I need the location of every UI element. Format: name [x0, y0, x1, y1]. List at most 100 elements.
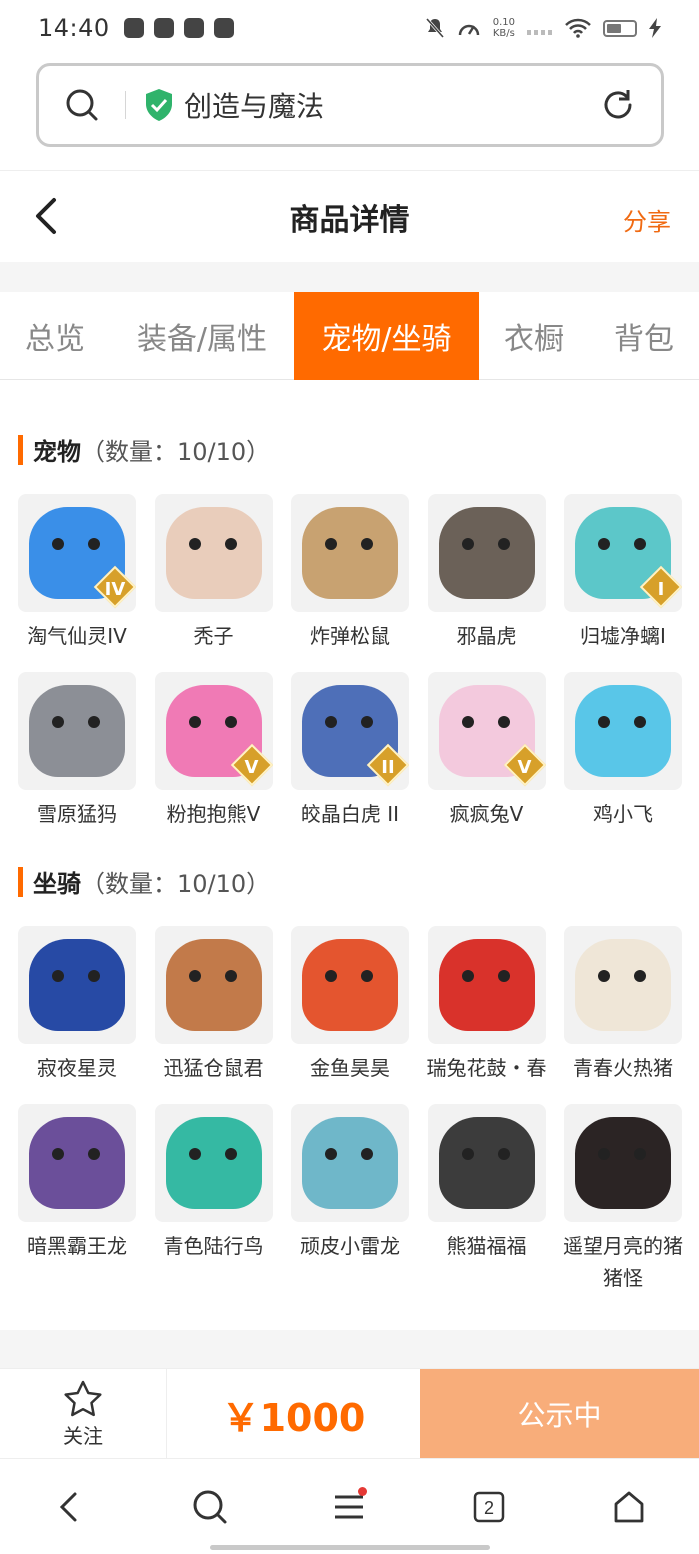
creature-illustration: [575, 685, 671, 777]
tab-label: 衣橱: [504, 322, 564, 357]
item-card[interactable]: 熊猫福福: [427, 1104, 546, 1294]
creature-illustration: [575, 939, 671, 1031]
status-notification-icons: [123, 18, 234, 38]
item-name: 青色陆行鸟: [163, 1234, 264, 1258]
pets-section-title: 宠物 （数量：10/10）: [18, 432, 270, 467]
item-image: V: [154, 672, 273, 790]
item-card[interactable]: 邪晶虎: [427, 494, 546, 652]
item-card[interactable]: V 疯疯兔V: [427, 672, 546, 830]
nav-search-button[interactable]: [180, 1477, 240, 1537]
item-image: [291, 1104, 409, 1222]
item-card[interactable]: 寂夜星灵: [18, 926, 136, 1084]
item-name: 淘气仙灵IV: [27, 624, 127, 648]
tabs-icon: 2: [474, 1491, 505, 1522]
divider: [0, 170, 699, 171]
wifi-icon: [565, 18, 591, 38]
item-name: 金鱼昊昊: [310, 1056, 390, 1080]
share-button[interactable]: 分享: [623, 202, 671, 237]
creature-illustration: [302, 507, 398, 599]
item-name: 瑞兔花鼓・春: [426, 1056, 547, 1080]
nav-menu-button[interactable]: [319, 1477, 379, 1537]
section-spacer: [0, 1330, 699, 1368]
nav-home-button[interactable]: [599, 1477, 659, 1537]
creature-illustration: [438, 1117, 535, 1209]
browser-nav-bar: 2: [0, 1458, 699, 1554]
public-notice-status-button[interactable]: 公示中: [420, 1369, 699, 1459]
item-card[interactable]: 秃子: [154, 494, 273, 652]
item-card[interactable]: 炸弹松鼠: [291, 494, 409, 652]
item-card[interactable]: 鸡小飞: [564, 672, 682, 830]
item-card[interactable]: 暗黑霸王龙: [18, 1104, 136, 1294]
star-icon: [64, 1380, 102, 1416]
section-accent-bar: [18, 434, 23, 465]
mounts-grid: 寂夜星灵 迅猛仓鼠君 金鱼昊昊 瑞兔花鼓・春 青春火热猪暗黑霸王龙 青色陆行鸟 顽皮小雷龙 熊…: [18, 926, 683, 1294]
level-badge-text: V: [244, 757, 259, 778]
item-card[interactable]: 青春火热猪: [564, 926, 682, 1084]
tab-count: 2: [484, 1498, 494, 1518]
item-image: [564, 672, 682, 790]
charging-icon: [649, 18, 661, 38]
browser-address-bar[interactable]: 创造与魔法: [36, 63, 664, 147]
item-image: [427, 926, 546, 1044]
item-image: I: [564, 494, 682, 612]
page-title: 商品详情: [289, 203, 410, 238]
creature-illustration: [575, 1117, 671, 1209]
nav-back-button[interactable]: [40, 1477, 100, 1537]
pets-grid: IV 淘气仙灵IV 秃子 炸弹松鼠 邪晶虎 I 归墟净螭I 雪原猛犸 V 粉抱抱熊Ⅴ II 皎晶白虎 …: [18, 494, 682, 830]
item-name: 秃子: [193, 624, 234, 648]
app-notification-icon: [213, 18, 234, 38]
tab-label: 宠物/坐骑: [321, 322, 452, 357]
search-icon[interactable]: [65, 88, 99, 122]
creature-illustration: [165, 1117, 262, 1209]
item-card[interactable]: 雪原猛犸: [18, 672, 136, 830]
item-card[interactable]: 遥望月亮的猪猪怪: [563, 1104, 683, 1294]
item-image: V: [427, 672, 546, 790]
item-card[interactable]: II 皎晶白虎 II: [291, 672, 409, 830]
level-badge-text: II: [381, 757, 395, 778]
item-card[interactable]: 青色陆行鸟: [154, 1104, 273, 1294]
mute-icon: [425, 18, 444, 38]
app-notification-icon: [153, 18, 174, 38]
app-notification-icon: [123, 18, 144, 38]
item-card[interactable]: 瑞兔花鼓・春: [427, 926, 547, 1084]
creature-illustration: [302, 939, 398, 1031]
item-image: [291, 494, 409, 612]
item-card[interactable]: I 归墟净螭I: [564, 494, 682, 652]
menu-icon: [335, 1495, 364, 1518]
search-query-text[interactable]: 创造与魔法: [184, 85, 324, 125]
tab-label: 总览: [25, 322, 85, 357]
item-image: [564, 926, 682, 1044]
tab-equipment[interactable]: 装备/属性: [110, 292, 294, 380]
tab-wardrobe[interactable]: 衣橱: [479, 292, 589, 380]
nav-tabs-button[interactable]: 2: [459, 1477, 519, 1537]
status-time: 14:40: [38, 14, 110, 42]
section-count: （数量：10/10）: [81, 870, 271, 898]
item-card[interactable]: V 粉抱抱熊Ⅴ: [154, 672, 273, 830]
level-badge-text: I: [657, 579, 665, 600]
refresh-icon[interactable]: [601, 88, 635, 122]
item-card[interactable]: 顽皮小雷龙: [291, 1104, 409, 1294]
section-count: （数量：10/10）: [81, 438, 271, 466]
notification-dot: [358, 1486, 368, 1496]
back-arrow-icon[interactable]: [28, 194, 68, 238]
follow-button[interactable]: 关注: [0, 1369, 167, 1459]
battery-icon: [603, 19, 637, 37]
tab-pets-mounts[interactable]: 宠物/坐骑: [294, 292, 479, 380]
net-speed: 0.10 KB/s: [493, 17, 515, 39]
follow-label: 关注: [63, 1423, 103, 1448]
item-name: 邪晶虎: [456, 624, 517, 648]
item-card[interactable]: 迅猛仓鼠君: [154, 926, 273, 1084]
section-accent-bar: [18, 866, 23, 897]
item-card[interactable]: IV 淘气仙灵IV: [18, 494, 136, 652]
item-name: 顽皮小雷龙: [300, 1234, 400, 1258]
item-image: [18, 1104, 136, 1222]
tab-overview[interactable]: 总览: [0, 292, 110, 380]
creature-illustration: [165, 507, 262, 599]
purchase-action-bar: 关注 ￥1000 公示中: [0, 1368, 699, 1459]
item-image: [18, 926, 136, 1044]
item-card[interactable]: 金鱼昊昊: [291, 926, 409, 1084]
net-speed-value: 0.10: [492, 17, 515, 28]
item-image: IV: [18, 494, 136, 612]
tab-backpack[interactable]: 背包: [589, 292, 699, 380]
divider: [125, 91, 126, 119]
